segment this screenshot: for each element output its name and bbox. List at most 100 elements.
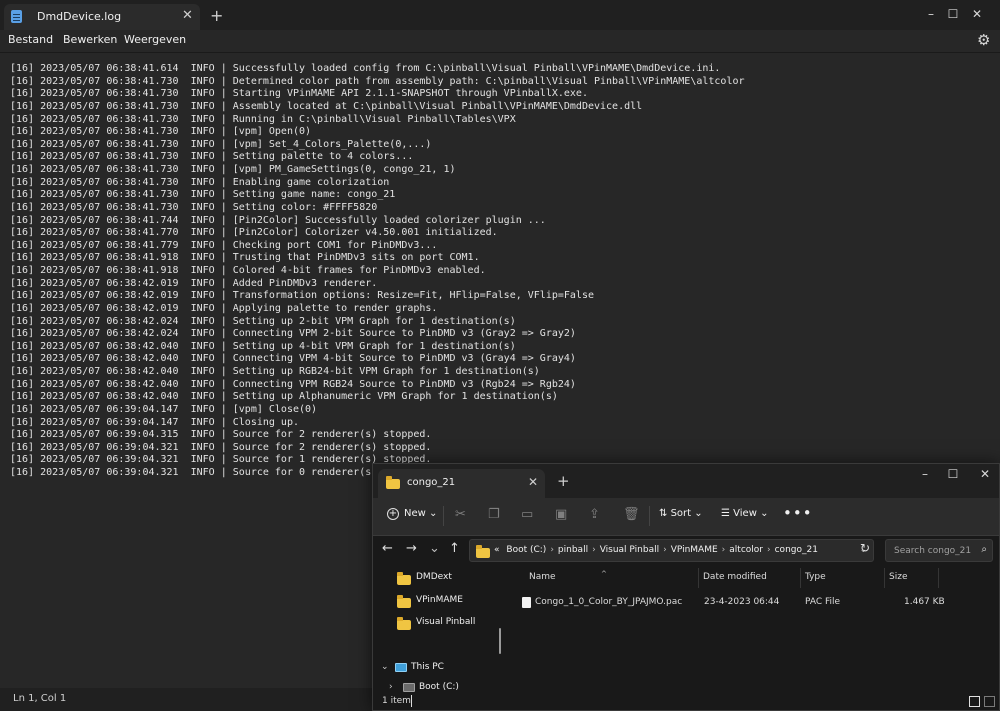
notepad-tab[interactable]: DmdDevice.log ✕ bbox=[4, 4, 200, 30]
delete-icon[interactable]: 🗑 bbox=[623, 507, 640, 522]
notepad-close-button[interactable]: ✕ bbox=[954, 0, 1000, 30]
log-line: [16] 2023/05/07 06:38:42.019 INFO | Adde… bbox=[10, 277, 378, 289]
chevron-right-icon[interactable]: › bbox=[389, 682, 393, 692]
column-divider[interactable] bbox=[884, 568, 885, 588]
toolbar-divider bbox=[649, 506, 650, 526]
file-row[interactable]: Congo_1_0_Color_BY_JPAJMO.pac 23-4-2023 … bbox=[508, 592, 988, 614]
nav-item-this-pc[interactable]: ⌄ This PC bbox=[373, 658, 498, 680]
new-button[interactable]: + New ⌄ bbox=[387, 508, 437, 520]
view-button[interactable]: ☰ View ⌄ bbox=[721, 508, 768, 519]
notepad-titlebar: DmdDevice.log ✕ + – ☐ ✕ bbox=[0, 0, 1000, 30]
explorer-tab-title: congo_21 bbox=[407, 477, 456, 488]
nav-item-visual-pinball[interactable]: Visual Pinball bbox=[373, 613, 498, 635]
breadcrumb-vpinmame[interactable]: VPinMAME bbox=[671, 545, 718, 555]
copy-icon[interactable]: ❐ bbox=[488, 507, 500, 522]
log-line: [16] 2023/05/07 06:38:41.730 INFO | Sett… bbox=[10, 201, 378, 213]
log-line: [16] 2023/05/07 06:38:41.744 INFO | [Pin… bbox=[10, 214, 546, 226]
breadcrumb-boot[interactable]: Boot (C:) bbox=[506, 545, 546, 555]
column-header-label: Name bbox=[529, 572, 556, 582]
explorer-new-tab-button[interactable]: + bbox=[557, 472, 570, 490]
notepad-file-icon bbox=[11, 10, 22, 23]
rename-icon[interactable]: ▣ bbox=[555, 507, 567, 522]
explorer-tab[interactable]: congo_21 ✕ bbox=[378, 469, 545, 498]
search-placeholder: Search congo_21 bbox=[894, 546, 972, 556]
log-line: [16] 2023/05/07 06:38:42.040 INFO | Conn… bbox=[10, 378, 576, 390]
breadcrumb-congo-21[interactable]: congo_21 bbox=[775, 545, 818, 555]
nav-item-label: VPinMAME bbox=[416, 595, 463, 605]
log-line: [16] 2023/05/07 06:38:42.019 INFO | Appl… bbox=[10, 302, 438, 314]
breadcrumb-pinball[interactable]: pinball bbox=[558, 545, 588, 555]
explorer-navigation-row: ← → ⌄ ↑ « Boot (C:) › pinball › Visual Pinba… bbox=[373, 536, 999, 564]
breadcrumb-altcolor[interactable]: altcolor bbox=[729, 545, 763, 555]
menu-bewerken[interactable]: Bewerken bbox=[63, 33, 117, 46]
column-divider[interactable] bbox=[938, 568, 939, 588]
column-divider[interactable] bbox=[698, 568, 699, 588]
column-header-size[interactable]: Size bbox=[889, 572, 907, 582]
log-line: [16] 2023/05/07 06:39:04.315 INFO | Sour… bbox=[10, 429, 432, 441]
log-line: [16] 2023/05/07 06:38:42.024 INFO | Sett… bbox=[10, 315, 516, 327]
settings-gear-icon[interactable]: ⚙ bbox=[977, 31, 990, 49]
search-box[interactable]: Search congo_21 ⌕ bbox=[885, 539, 993, 562]
log-line: [16] 2023/05/07 06:38:41.730 INFO | [vpm… bbox=[10, 164, 456, 175]
forward-button[interactable]: → bbox=[406, 541, 417, 556]
breadcrumb-separator: › bbox=[550, 545, 554, 555]
recent-locations-button[interactable]: ⌄ bbox=[429, 541, 440, 556]
nav-item-boot-drive[interactable]: › Boot (C:) bbox=[373, 678, 498, 692]
nav-item-vpinmame[interactable]: VPinMAME bbox=[373, 591, 498, 613]
view-button-label: View bbox=[733, 508, 757, 519]
notepad-tab-title: DmdDevice.log bbox=[37, 10, 122, 23]
explorer-tab-close-icon[interactable]: ✕ bbox=[528, 475, 538, 489]
log-line: [16] 2023/05/07 06:38:41.918 INFO | Trus… bbox=[10, 252, 480, 264]
explorer-maximize-button[interactable]: ☐ bbox=[935, 464, 971, 498]
breadcrumb-visual-pinball[interactable]: Visual Pinball bbox=[600, 545, 659, 555]
log-text: [16] 2023/05/07 06:38:41.614 INFO | Succ… bbox=[10, 63, 745, 480]
file-size: 1.467 KB bbox=[904, 597, 945, 607]
log-line: [16] 2023/05/07 06:39:04.147 INFO | Clos… bbox=[10, 416, 299, 428]
refresh-button[interactable]: ↻ bbox=[860, 541, 870, 555]
nav-item-dmdext[interactable]: DMDext bbox=[373, 568, 498, 590]
tiles-view-icon[interactable] bbox=[984, 696, 995, 707]
paste-icon[interactable]: ▭ bbox=[521, 507, 533, 522]
explorer-close-button[interactable]: ✕ bbox=[967, 464, 999, 498]
log-line: [16] 2023/05/07 06:38:41.730 INFO | [vpm… bbox=[10, 126, 312, 138]
column-header-type[interactable]: Type bbox=[805, 572, 826, 582]
chevron-down-icon[interactable]: ⌄ bbox=[381, 662, 389, 672]
cut-icon[interactable]: ✂ bbox=[455, 507, 466, 522]
log-line: [16] 2023/05/07 06:38:42.040 INFO | Sett… bbox=[10, 340, 516, 352]
details-view-icon[interactable] bbox=[969, 696, 980, 707]
log-line: [16] 2023/05/07 06:38:42.040 INFO | Sett… bbox=[10, 366, 540, 377]
column-divider[interactable] bbox=[800, 568, 801, 588]
breadcrumb-overflow[interactable]: « bbox=[494, 545, 500, 555]
toolbar-divider bbox=[443, 506, 444, 526]
navigation-pane: DMDext VPinMAME Visual Pinball ⌄ This PC… bbox=[373, 564, 501, 692]
log-line: [16] 2023/05/07 06:38:42.040 INFO | Sett… bbox=[10, 391, 558, 403]
log-line: [16] 2023/05/07 06:38:41.730 INFO | Runn… bbox=[10, 113, 516, 125]
nav-item-label: Visual Pinball bbox=[416, 617, 476, 627]
folder-icon bbox=[397, 595, 411, 608]
log-line: [16] 2023/05/07 06:38:41.614 INFO | Succ… bbox=[10, 63, 721, 74]
address-bar[interactable]: « Boot (C:) › pinball › Visual Pinball › VPinM… bbox=[469, 539, 874, 562]
column-header-name[interactable]: Name ^ bbox=[529, 570, 607, 582]
search-icon[interactable]: ⌕ bbox=[981, 544, 987, 555]
status-divider bbox=[411, 695, 412, 707]
menu-weergeven[interactable]: Weergeven bbox=[124, 33, 186, 46]
back-button[interactable]: ← bbox=[382, 541, 393, 556]
column-header-date[interactable]: Date modified bbox=[703, 572, 767, 582]
notepad-tab-close-icon[interactable]: ✕ bbox=[182, 8, 193, 23]
share-icon[interactable]: ⇪ bbox=[589, 507, 600, 522]
log-line: [16] 2023/05/07 06:38:41.779 INFO | Chec… bbox=[10, 239, 438, 251]
nav-pane-scrollbar[interactable] bbox=[499, 628, 501, 654]
log-line: [16] 2023/05/07 06:38:41.730 INFO | Asse… bbox=[10, 100, 643, 112]
log-line: [16] 2023/05/07 06:38:41.730 INFO | Enab… bbox=[10, 176, 390, 188]
folder-icon bbox=[476, 545, 490, 558]
sort-button-label: Sort bbox=[670, 508, 692, 519]
more-options-button[interactable]: ••• bbox=[783, 504, 813, 522]
file-type: PAC File bbox=[805, 597, 841, 607]
breadcrumb-separator: › bbox=[721, 545, 726, 555]
sort-button[interactable]: ⇅ Sort ⌄ bbox=[659, 508, 703, 519]
up-button[interactable]: ↑ bbox=[449, 541, 460, 556]
notepad-new-tab-button[interactable]: + bbox=[210, 6, 223, 25]
menu-bestand[interactable]: Bestand bbox=[8, 33, 53, 46]
nav-item-label: Boot (C:) bbox=[419, 682, 459, 692]
log-line: [16] 2023/05/07 06:39:04.321 INFO | Sour… bbox=[10, 441, 432, 453]
